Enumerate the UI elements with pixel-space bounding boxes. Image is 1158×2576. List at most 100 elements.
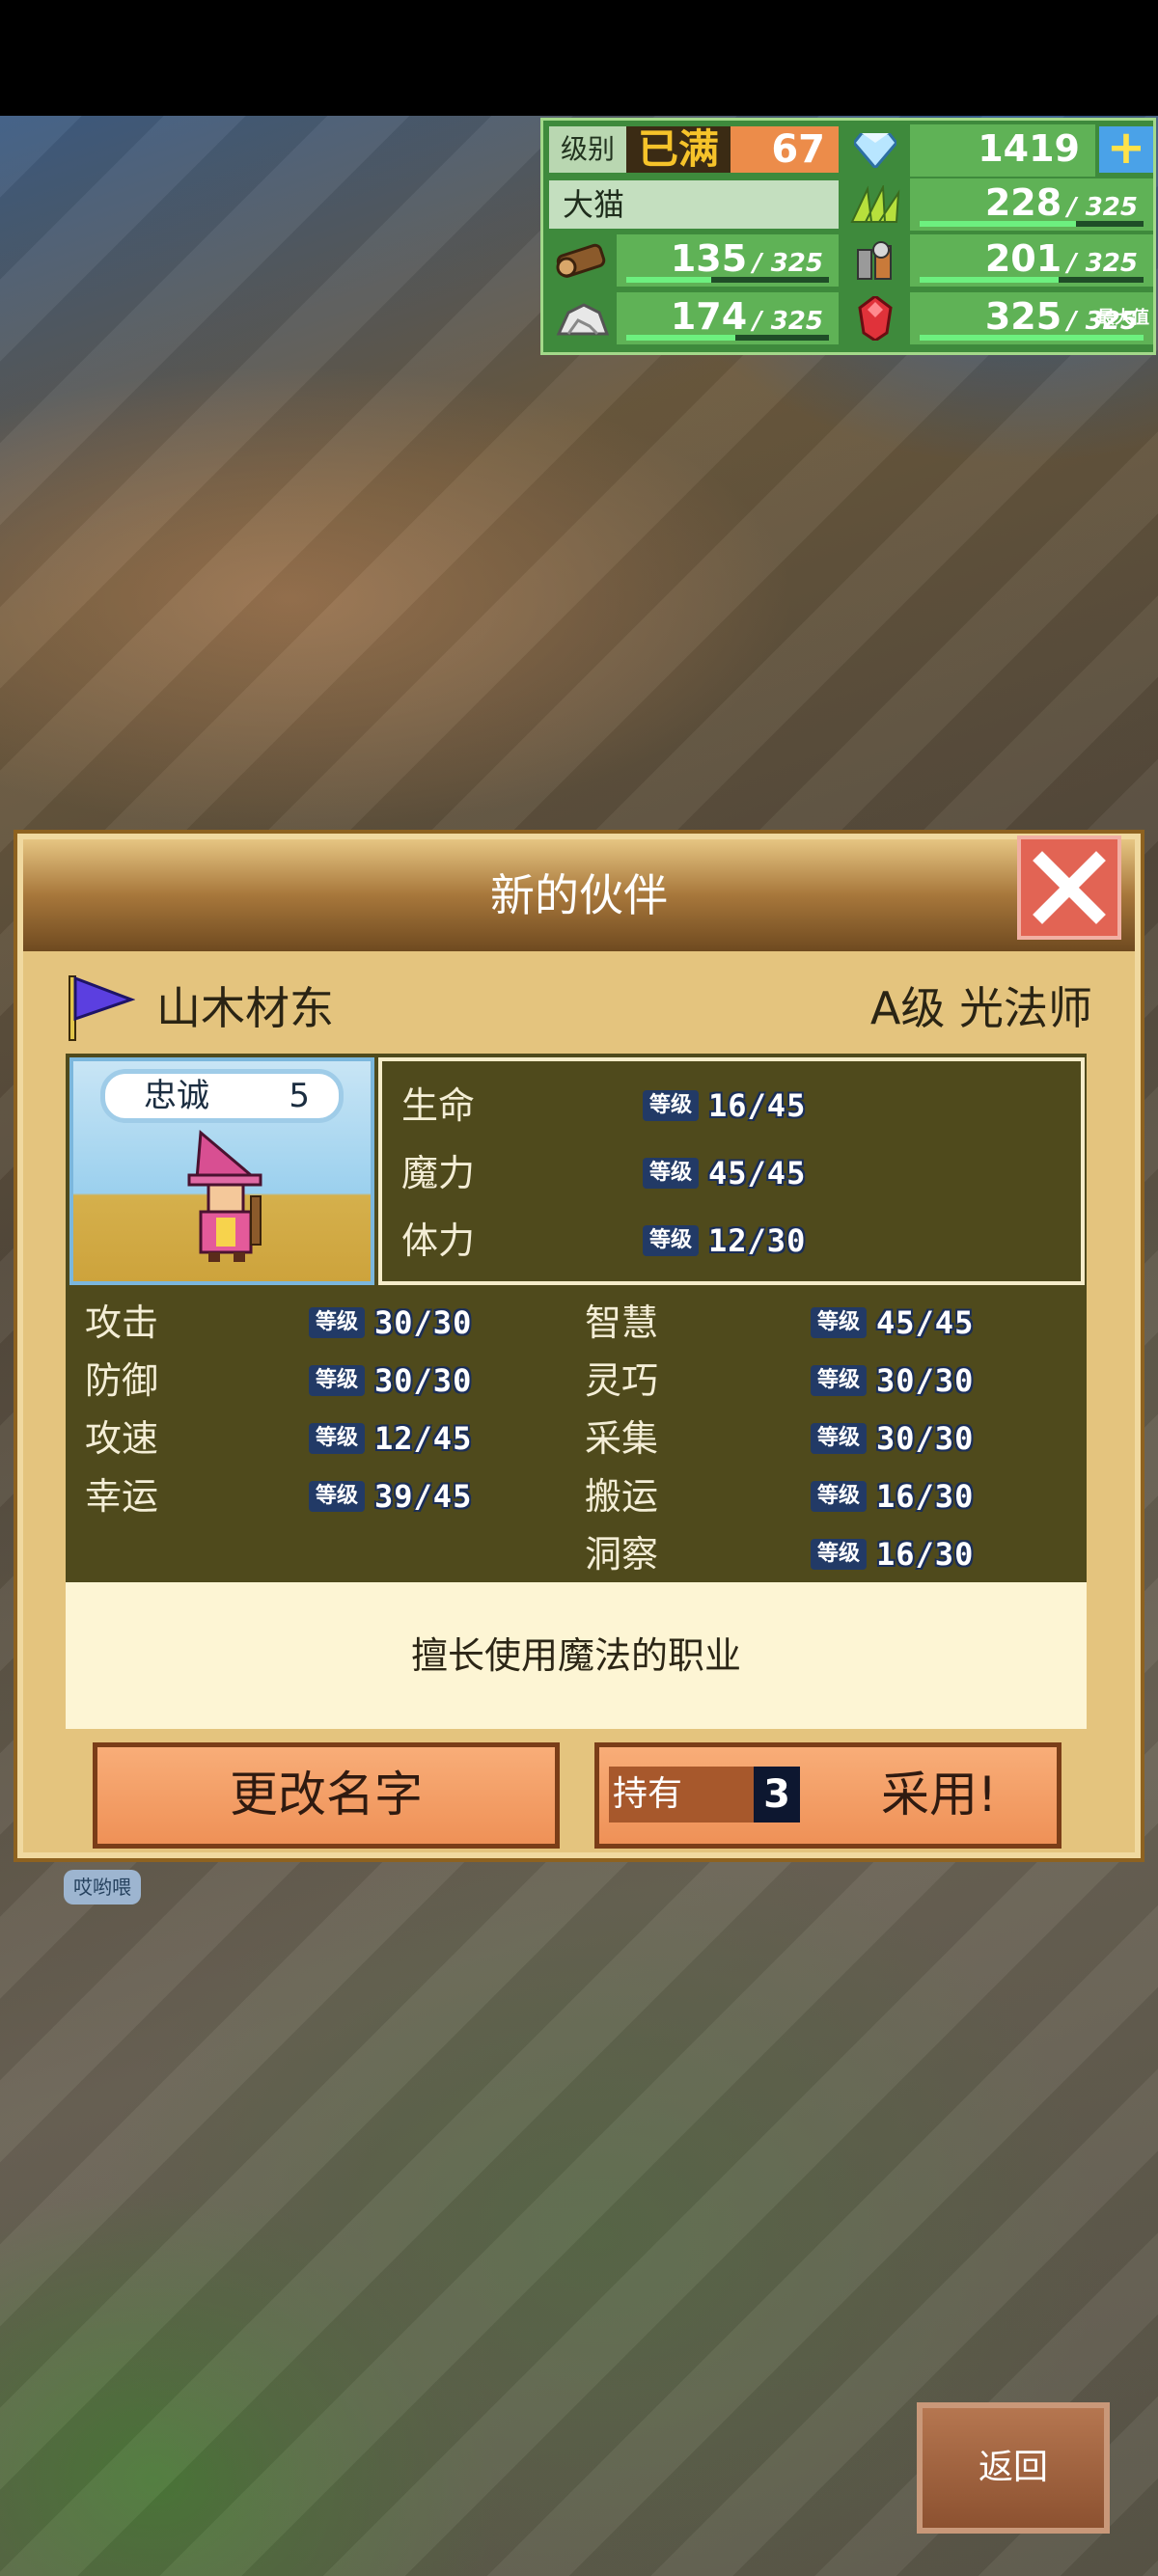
stat-attack-label: 攻击 (85, 1302, 159, 1344)
wood-max: / 325 (753, 249, 823, 278)
grass-max: / 325 (1067, 193, 1138, 222)
stat-attack-speed-value: 12/45 (374, 1420, 473, 1457)
food-bar (920, 277, 1059, 283)
food-value: 201 (984, 237, 1062, 280)
stat-luck-value: 39/45 (374, 1478, 473, 1515)
stat-attack-speed: 攻速 等级 12/45 (85, 1413, 529, 1464)
stat-gathering: 采集 等级 30/30 (585, 1413, 1067, 1464)
diamond-icon (841, 124, 910, 177)
stat-carrying: 搬运 等级 16/30 (585, 1471, 1067, 1521)
unit-header: 山木材东 A级 光法师 (50, 965, 1092, 1052)
dialog-header: 新的伙伴 (23, 839, 1135, 951)
wood-bar (626, 277, 711, 283)
stat-insight-level-tag: 等级 (811, 1539, 867, 1570)
back-button[interactable]: 返回 (917, 2402, 1110, 2534)
class-description: 擅长使用魔法的职业 (66, 1582, 1087, 1729)
stat-insight: 洞察 等级 16/30 (585, 1529, 1067, 1579)
stat-defense-label: 防御 (85, 1359, 159, 1402)
stat-attack-value: 30/30 (374, 1304, 473, 1341)
owned-count: 3 (754, 1767, 800, 1822)
unit-class: A级 光法师 (869, 982, 1092, 1034)
level-label: 级别 (549, 126, 626, 173)
level-max-badge: 已满 (626, 126, 731, 173)
stat-carrying-label: 搬运 (585, 1475, 659, 1518)
stat-hp-level-tag: 等级 (643, 1090, 699, 1121)
grass-bar (920, 221, 1076, 227)
status-bar (0, 0, 1158, 116)
ore-value: 174 (670, 295, 748, 338)
wood-log-icon (547, 234, 617, 287)
level-value: 67 (731, 126, 839, 173)
ore-bar (626, 335, 735, 341)
rename-button[interactable]: 更改名字 (93, 1742, 560, 1849)
stat-stamina-value: 12/30 (708, 1222, 807, 1259)
add-gems-button[interactable]: + (1099, 124, 1153, 173)
ruby-amount: 325/ 325 最大值 (910, 292, 1153, 344)
stat-gathering-level-tag: 等级 (811, 1423, 867, 1454)
town-name: 大猫 (549, 180, 839, 229)
owned-label: 持有 (613, 1774, 683, 1814)
gems-count: 1419 (910, 124, 1095, 177)
stat-stamina: 体力 等级 12/30 (401, 1216, 1077, 1266)
stat-carrying-level-tag: 等级 (811, 1481, 867, 1512)
loyalty-badge: 忠诚 5 (100, 1069, 344, 1123)
stat-mp-label: 魔力 (401, 1152, 476, 1194)
stat-mp-level-tag: 等级 (643, 1158, 699, 1189)
unit-name: 山木材东 (156, 982, 334, 1034)
grass-icon (841, 178, 910, 231)
unit-portrait: 忠诚 5 (69, 1057, 374, 1285)
stat-dexterity: 灵巧 等级 30/30 (585, 1356, 1067, 1406)
stat-dexterity-value: 30/30 (876, 1362, 975, 1399)
food-max: / 325 (1067, 249, 1138, 278)
mage-sprite-icon (187, 1129, 262, 1262)
adopt-button-label: 采用! (880, 1767, 997, 1822)
ore-max: / 325 (753, 307, 823, 336)
stat-gathering-value: 30/30 (876, 1420, 975, 1457)
ore-rock-icon (547, 292, 617, 344)
ruby-icon (841, 292, 910, 344)
max-value-tag: 最大值 (1097, 308, 1149, 328)
chat-bubble[interactable]: 哎哟喂 (64, 1870, 141, 1905)
stat-insight-value: 16/30 (876, 1536, 975, 1573)
stat-hp-label: 生命 (401, 1084, 476, 1127)
stat-dexterity-label: 灵巧 (585, 1359, 659, 1402)
wood-value: 135 (670, 237, 748, 280)
resource-panel: 级别 已满 67 1419 + 大猫 228/ 325 135/ 325 201… (540, 118, 1156, 355)
flag-icon (69, 975, 135, 1041)
close-button[interactable] (1017, 836, 1121, 940)
stat-dexterity-level-tag: 等级 (811, 1365, 867, 1396)
adopt-button[interactable]: 持有 3 采用! (594, 1742, 1062, 1849)
stat-wisdom-label: 智慧 (585, 1302, 659, 1344)
dialog-title: 新的伙伴 (490, 869, 668, 921)
close-icon (1033, 851, 1106, 924)
ore-amount: 174/ 325 (617, 292, 839, 344)
stat-wisdom: 智慧 等级 45/45 (585, 1298, 1067, 1348)
stat-luck: 幸运 等级 39/45 (85, 1471, 529, 1521)
food-amount: 201/ 325 (910, 234, 1153, 287)
stat-luck-label: 幸运 (85, 1475, 159, 1518)
grass-amount: 228/ 325 (910, 178, 1153, 231)
main-stats-box: 生命 等级 16/45 魔力 等级 45/45 体力 等级 12/30 (378, 1057, 1085, 1285)
stat-attack-speed-level-tag: 等级 (309, 1423, 365, 1454)
stat-mp-value: 45/45 (708, 1155, 807, 1192)
stat-attack-speed-label: 攻速 (85, 1417, 159, 1460)
stat-attack-level-tag: 等级 (309, 1307, 365, 1338)
stat-defense-level-tag: 等级 (309, 1365, 365, 1396)
stat-gathering-label: 采集 (585, 1417, 659, 1460)
stat-defense-value: 30/30 (374, 1362, 473, 1399)
stat-stamina-label: 体力 (401, 1219, 476, 1262)
loyalty-value: 5 (289, 1077, 310, 1115)
stat-hp-value: 16/45 (708, 1087, 807, 1124)
rename-button-label: 更改名字 (230, 1767, 423, 1822)
stat-insight-label: 洞察 (585, 1533, 659, 1576)
stat-wisdom-level-tag: 等级 (811, 1307, 867, 1338)
stat-carrying-value: 16/30 (876, 1478, 975, 1515)
loyalty-label: 忠诚 (144, 1077, 209, 1115)
wood-amount: 135/ 325 (617, 234, 839, 287)
stat-luck-level-tag: 等级 (309, 1481, 365, 1512)
stat-stamina-level-tag: 等级 (643, 1225, 699, 1256)
ruby-value: 325 (984, 295, 1062, 338)
stat-wisdom-value: 45/45 (876, 1304, 975, 1341)
stat-defense: 防御 等级 30/30 (85, 1356, 529, 1406)
food-icon (841, 234, 910, 287)
